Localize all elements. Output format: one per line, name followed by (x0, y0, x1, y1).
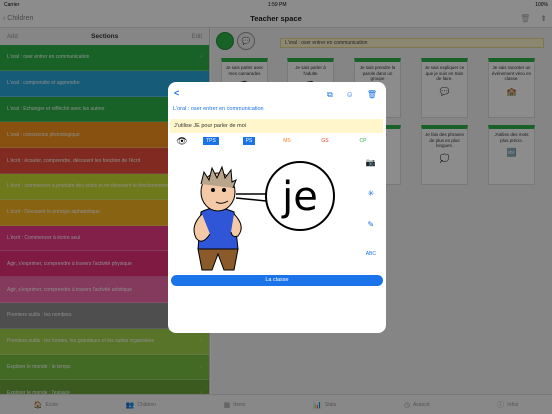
level-ms[interactable]: MS (268, 138, 306, 144)
level-ps[interactable]: PS (230, 137, 268, 145)
class-button[interactable]: La classe (171, 275, 383, 286)
item-illustration: je (176, 154, 346, 272)
item-detail-modal: < ⧉ ☺ 🗑 L'oral : oser entrer en communic… (168, 82, 386, 333)
abc-button[interactable]: ABC (366, 251, 376, 257)
modal-back-button[interactable]: < (174, 88, 179, 98)
sparkle-icon[interactable]: ✳ (368, 189, 375, 198)
modal-section-label: L'oral : oser entrer en communication (173, 106, 264, 112)
modal-item-title[interactable]: J'utilise JE pour parler de moi (170, 119, 383, 133)
smiley-icon[interactable]: ☺ (346, 90, 354, 100)
level-tps[interactable]: TPS (192, 137, 230, 145)
level-gs[interactable]: GS (306, 138, 344, 144)
duplicate-icon[interactable]: ⧉ (327, 90, 333, 100)
camera-icon[interactable]: 📷 (366, 158, 376, 167)
eye-icon[interactable]: 👁 (172, 136, 192, 147)
modal-tools: 📷 ✳ ✎ ABC (366, 158, 376, 257)
level-selector: 👁 TPS PS MS GS CP (172, 135, 382, 147)
bubble-text: je (281, 174, 318, 220)
edit-icon[interactable]: ✎ (368, 220, 375, 229)
trash-icon[interactable]: 🗑 (367, 90, 377, 100)
level-cp[interactable]: CP (344, 138, 382, 144)
boy-speaking-illustration: je (193, 161, 335, 271)
